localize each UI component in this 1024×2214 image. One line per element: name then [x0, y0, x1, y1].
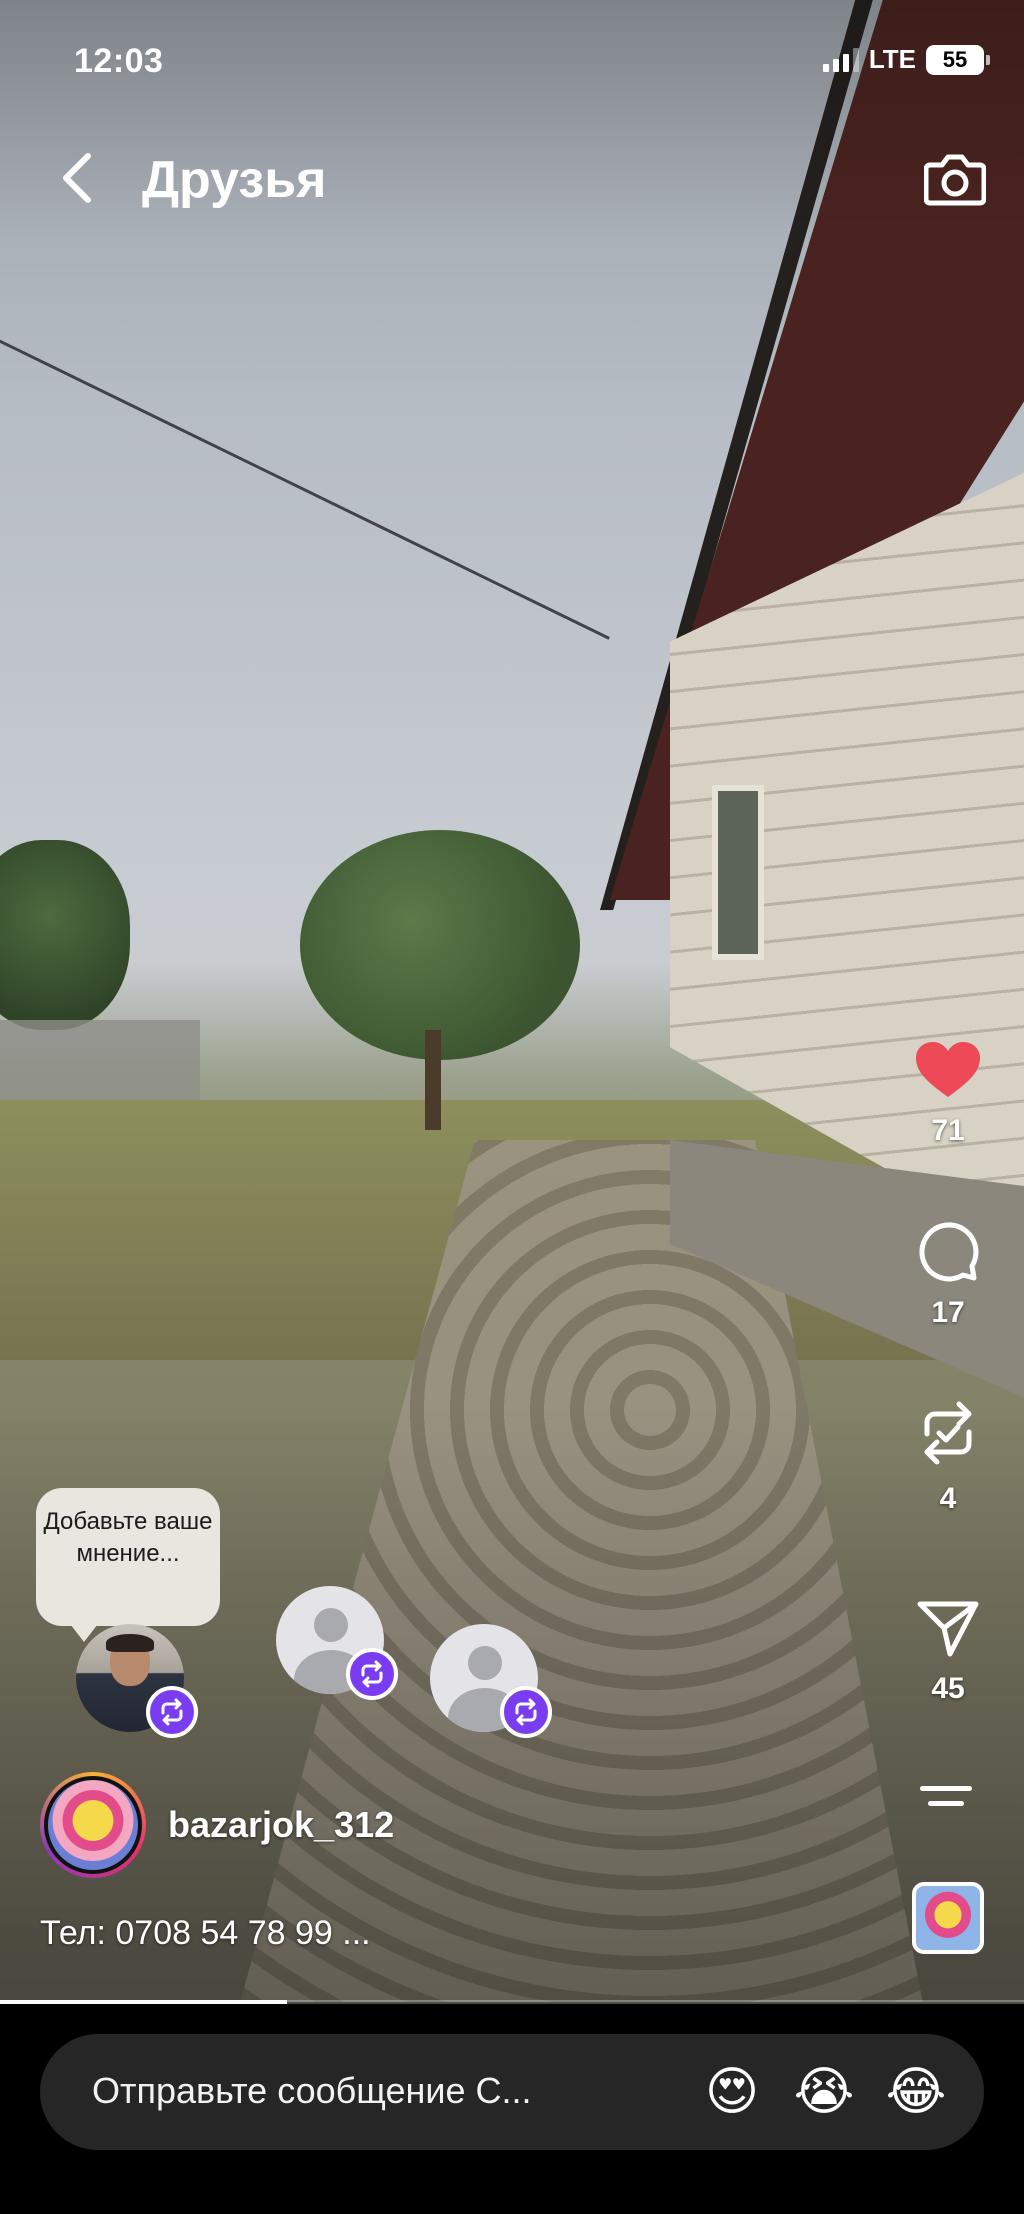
- send-icon: [917, 1601, 979, 1657]
- opinion-prompt-text: Добавьте ваше мнение...: [43, 1508, 213, 1567]
- friend-avatar-1[interactable]: [76, 1624, 198, 1738]
- more-options-icon[interactable]: [920, 1786, 976, 1826]
- comment-button[interactable]: 17: [900, 1220, 996, 1330]
- battery-level: 55: [942, 46, 968, 72]
- reaction-crying[interactable]: 😭: [790, 2058, 858, 2126]
- message-bar: Отправьте сообщение С... 😍 😭 😂: [0, 2004, 1024, 2214]
- repost-badge-icon: [346, 1648, 398, 1700]
- status-bar: 12:03 LTE 55: [0, 0, 1024, 120]
- camera-icon: [924, 154, 986, 206]
- share-button[interactable]: 45: [900, 1598, 996, 1706]
- chevron-left-icon: [63, 153, 91, 203]
- battery-icon: 55: [926, 44, 990, 75]
- status-indicators: LTE 55: [822, 44, 990, 75]
- page-title: Друзья: [142, 151, 327, 209]
- signal-icon: [822, 47, 859, 72]
- author-avatar[interactable]: [40, 1772, 146, 1878]
- repost-button[interactable]: 4: [900, 1398, 996, 1516]
- friend-avatar-2[interactable]: [276, 1586, 398, 1700]
- message-input[interactable]: Отправьте сообщение С...: [92, 2070, 672, 2112]
- repost-badge-icon: [146, 1686, 198, 1738]
- repost-count: 4: [939, 1482, 957, 1515]
- share-count: 45: [931, 1672, 965, 1705]
- repost-badge-icon: [500, 1686, 552, 1738]
- post-caption[interactable]: Тел: 0708 54 78 99 ...: [40, 1914, 371, 1953]
- opinion-prompt-bubble[interactable]: Добавьте ваше мнение...: [36, 1488, 220, 1642]
- comment-count: 17: [931, 1296, 965, 1329]
- back-button[interactable]: [48, 148, 108, 208]
- reaction-heart-eyes[interactable]: 😍: [698, 2058, 766, 2126]
- camera-button[interactable]: [922, 146, 988, 212]
- repost-icon: [924, 1401, 972, 1465]
- header: Друзья: [0, 140, 1024, 220]
- status-time: 12:03: [74, 42, 164, 80]
- message-pill[interactable]: Отправьте сообщение С... 😍 😭 😂: [40, 2034, 984, 2150]
- comment-icon: [919, 1222, 979, 1282]
- author-avatar-image: [44, 1776, 142, 1874]
- author-username[interactable]: bazarjok_312: [168, 1804, 394, 1846]
- reaction-laughing[interactable]: 😂: [882, 2058, 950, 2126]
- audio-track-thumbnail[interactable]: [912, 1882, 984, 1954]
- like-count: 71: [931, 1114, 965, 1147]
- heart-icon: [916, 1042, 980, 1097]
- like-button[interactable]: 71: [900, 1040, 996, 1148]
- friend-avatar-3[interactable]: [430, 1624, 552, 1738]
- network-type: LTE: [868, 44, 916, 74]
